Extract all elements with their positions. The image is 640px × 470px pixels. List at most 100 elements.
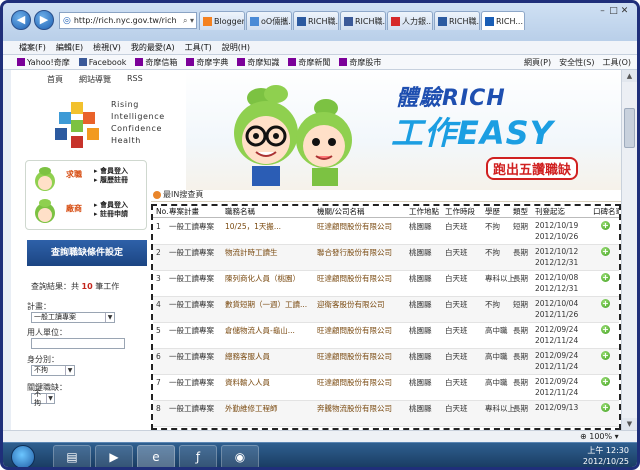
address-bar[interactable]: ◎ http://rich.nyc.gov.tw/rich ⌕ ▾: [59, 12, 197, 29]
row-type: 長期: [513, 274, 528, 283]
menu-item-4[interactable]: 工具(T): [185, 42, 212, 53]
tray-date: 2012/10/25: [582, 457, 629, 466]
search-icon[interactable]: ⌕ ▾: [183, 16, 196, 26]
favorite-3[interactable]: 奇摩字典: [186, 57, 228, 68]
favorite-0[interactable]: Yahoo!奇摩: [17, 57, 70, 68]
job-link[interactable]: 陳列商化人員（桃園）: [225, 273, 311, 285]
site-nav-item-0[interactable]: 首頁: [47, 74, 63, 85]
table-row[interactable]: 3 一般工讀專案 陳列商化人員（桃園） 旺達顧問股份有限公司 桃園縣 白天班 專科以上 長期 2…: [153, 271, 619, 297]
identity-select[interactable]: 不拘 ▼: [31, 365, 75, 376]
company-link[interactable]: 旺達顧問股份有限公司: [317, 273, 403, 285]
forward-button[interactable]: ▶: [34, 10, 54, 30]
ie-app-icon[interactable]: e: [137, 445, 175, 467]
favorite-label: 奇摩新聞: [298, 57, 331, 67]
job-link[interactable]: 倉儲物流人員-龜山...: [225, 325, 311, 337]
scroll-up-icon[interactable]: ▲: [622, 70, 637, 82]
keyjob-select[interactable]: 不拘 ▼: [31, 390, 55, 407]
add-to-list-icon[interactable]: +: [601, 273, 610, 282]
company-link[interactable]: 旺達顧問股份有限公司: [317, 351, 403, 363]
add-to-list-icon[interactable]: +: [601, 377, 610, 386]
mascot-illustration-icon: [234, 85, 352, 186]
seeker-links-0[interactable]: ▸ 會員登入: [94, 167, 128, 176]
zoom-level[interactable]: ⊕ 100% ▾: [580, 431, 619, 442]
unit-input[interactable]: [31, 338, 125, 349]
tab-favicon-icon: [344, 16, 353, 26]
tab-6[interactable]: RICH...×: [481, 11, 525, 30]
scroll-thumb[interactable]: [624, 108, 635, 148]
row-time: 白天班: [445, 404, 468, 413]
add-to-list-icon[interactable]: +: [601, 299, 610, 308]
toolbar-menu-1[interactable]: 安全性(S): [559, 57, 594, 68]
table-row[interactable]: 6 一般工讀專案 總務客服人員 旺達顧問股份有限公司 桃園縣 白天班 高中職 長期 2012/0…: [153, 349, 619, 375]
vertical-scrollbar[interactable]: ▲ ▼: [621, 70, 637, 430]
chrome-app-icon[interactable]: ◉: [221, 445, 259, 467]
media-app-icon[interactable]: ▶: [95, 445, 133, 467]
scroll-down-icon[interactable]: ▼: [622, 418, 637, 430]
table-row[interactable]: 5 一般工讀專案 倉儲物流人員-龜山... 旺達顧問股份有限公司 桃園縣 白天班 高中職 長期…: [153, 323, 619, 349]
back-button[interactable]: ◀: [11, 10, 31, 30]
add-to-list-icon[interactable]: +: [601, 351, 610, 360]
job-link[interactable]: 外勤維修工程師: [225, 403, 311, 415]
row-place: 桃園縣: [409, 378, 432, 387]
explorer-app-icon[interactable]: ▤: [53, 445, 91, 467]
plan-select-value: 一般工讀專案: [34, 313, 76, 321]
company-link[interactable]: 聯合發行股份有限公司: [317, 247, 403, 259]
company-link[interactable]: 旺達顧問股份有限公司: [317, 377, 403, 389]
hero-banner: 體驗RICH 工作EASY 跑出五讚職缺: [186, 70, 621, 190]
chevron-down-icon: ▾: [612, 432, 619, 441]
tab-2[interactable]: RICH職...: [293, 11, 339, 30]
menu-item-2[interactable]: 檢視(V): [93, 42, 121, 53]
maximize-icon[interactable]: □: [608, 6, 619, 16]
table-row[interactable]: 1 一般工讀專案 10/25，1天搬... 旺達顧問股份有限公司 桃園縣 白天班 不拘 短期 2…: [153, 219, 619, 245]
table-row[interactable]: 8 一般工讀專案 外勤維修工程師 奔騰物流股份有限公司 桃園縣 白天班 專科以上 長期 2012…: [153, 401, 619, 427]
toolbar-menu-2[interactable]: 工具(O): [602, 57, 631, 68]
tab-1[interactable]: oO倆攜...: [246, 11, 292, 30]
row-end-date: 2012/11/24: [535, 388, 579, 397]
link-label: 履歷註冊: [99, 176, 128, 184]
job-link[interactable]: 數貨短期（一週）工讀...: [225, 299, 311, 311]
favorite-2[interactable]: 奇摩信箱: [135, 57, 177, 68]
favorite-label: 奇摩知識: [247, 57, 280, 67]
start-button[interactable]: [11, 445, 35, 467]
minimize-icon[interactable]: –: [597, 6, 608, 16]
close-icon[interactable]: ✕: [619, 6, 630, 16]
flash-app-icon[interactable]: ƒ: [179, 445, 217, 467]
favorite-1[interactable]: Facebook: [78, 57, 126, 68]
tab-0[interactable]: Blogger...: [199, 11, 245, 30]
seeker-links-1[interactable]: ▸ 履歷註冊: [94, 176, 128, 185]
table-row[interactable]: 4 一般工讀專案 數貨短期（一週）工讀... 迎衛客股份有限公司 桃園縣 白天班 不拘 短期 2…: [153, 297, 619, 323]
company-link[interactable]: 旺達顧問股份有限公司: [317, 325, 403, 337]
tab-5[interactable]: RICH職...: [434, 11, 480, 30]
favorite-6[interactable]: 奇摩股市: [339, 57, 381, 68]
employer-links-1[interactable]: ▸ 註冊申請: [94, 210, 128, 219]
column-header-1: 專案計畫: [169, 207, 199, 216]
job-link[interactable]: 10/25，1天搬...: [225, 221, 311, 233]
column-header-4: 工作地點: [409, 207, 439, 216]
row-place: 桃園縣: [409, 326, 432, 335]
plan-select[interactable]: 一般工讀專案 ▼: [31, 312, 115, 323]
menu-item-0[interactable]: 檔案(F): [19, 42, 46, 53]
tab-4[interactable]: 人力銀...: [387, 11, 433, 30]
menu-item-5[interactable]: 說明(H): [222, 42, 250, 53]
site-nav-item-1[interactable]: 網站導覽: [79, 74, 111, 85]
company-link[interactable]: 奔騰物流股份有限公司: [317, 403, 403, 415]
favorite-4[interactable]: 奇摩知識: [237, 57, 279, 68]
menu-item-3[interactable]: 我的最愛(A): [131, 42, 175, 53]
add-to-list-icon[interactable]: +: [601, 325, 610, 334]
add-to-list-icon[interactable]: +: [601, 403, 610, 412]
toolbar-menu-0[interactable]: 網頁(P): [524, 57, 551, 68]
site-nav-item-2[interactable]: RSS: [127, 74, 143, 85]
table-row[interactable]: 2 一般工讀專案 物流計時工讀生 聯合發行股份有限公司 桃園縣 白天班 不拘 長期 2012/1…: [153, 245, 619, 271]
add-to-list-icon[interactable]: +: [601, 247, 610, 256]
employer-links-0[interactable]: ▸ 會員登入: [94, 201, 128, 210]
favorite-5[interactable]: 奇摩新聞: [288, 57, 330, 68]
job-link[interactable]: 物流計時工讀生: [225, 247, 311, 259]
tab-3[interactable]: RICH職...: [340, 11, 386, 30]
add-to-list-icon[interactable]: +: [601, 221, 610, 230]
job-link[interactable]: 總務客服人員: [225, 351, 311, 363]
menu-item-1[interactable]: 編輯(E): [56, 42, 83, 53]
table-row[interactable]: 7 一般工讀專案 資料輸入人員 旺達顧問股份有限公司 桃園縣 白天班 高中職 長期 2012/0…: [153, 375, 619, 401]
job-link[interactable]: 資料輸入人員: [225, 377, 311, 389]
company-link[interactable]: 迎衛客股份有限公司: [317, 299, 403, 311]
company-link[interactable]: 旺達顧問股份有限公司: [317, 221, 403, 233]
